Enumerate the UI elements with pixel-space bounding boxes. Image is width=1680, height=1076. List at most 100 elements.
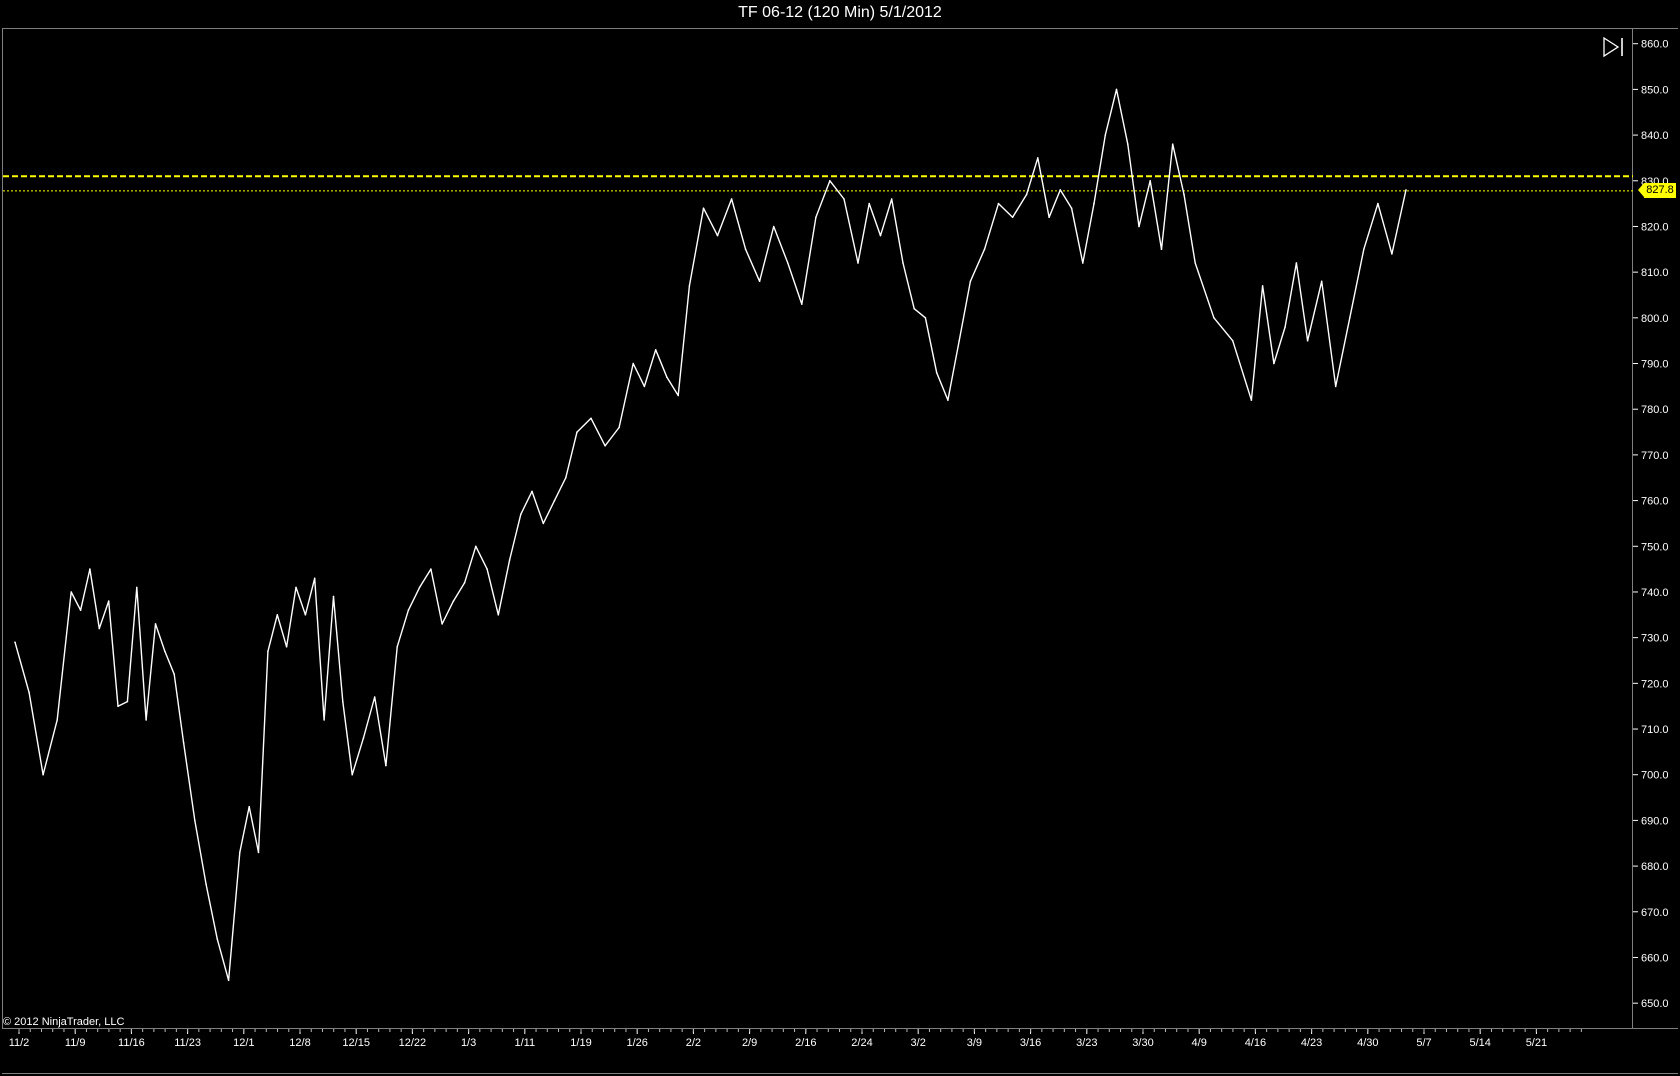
y-tick-label: 850.0 <box>1641 84 1669 96</box>
price-point <box>248 805 250 808</box>
price-point <box>508 559 511 561</box>
price-point <box>70 591 72 593</box>
y-tick-label: 690.0 <box>1641 815 1669 827</box>
price-point <box>1231 339 1234 342</box>
price-point <box>801 303 803 305</box>
price-point <box>1320 280 1323 283</box>
price-point <box>56 719 58 721</box>
price-point <box>407 609 410 611</box>
price-point <box>1149 180 1151 182</box>
y-tick-label: 710.0 <box>1641 724 1669 736</box>
price-point <box>1363 248 1365 251</box>
x-tick-label: 2/9 <box>742 1037 757 1049</box>
x-tick-label: 4/23 <box>1301 1037 1322 1049</box>
price-point <box>958 339 960 342</box>
price-point <box>126 700 129 703</box>
price-point <box>1273 362 1275 365</box>
x-tick-label: 1/11 <box>515 1037 536 1049</box>
price-point <box>107 600 110 602</box>
price-point <box>744 248 747 251</box>
price-point <box>227 979 230 982</box>
price-point <box>418 586 421 589</box>
y-tick-label: 680.0 <box>1641 861 1669 873</box>
price-point <box>362 737 365 739</box>
price-point <box>1104 134 1107 136</box>
x-tick-label: 11/9 <box>65 1037 86 1049</box>
price-point <box>205 883 207 886</box>
price-point <box>182 741 185 744</box>
x-tick-label: 5/7 <box>1416 1037 1431 1049</box>
price-point <box>145 719 147 721</box>
price-point <box>1059 189 1062 191</box>
y-tick-label: 740.0 <box>1641 587 1669 599</box>
price-point <box>239 851 241 854</box>
price-point <box>1048 216 1050 219</box>
price-point <box>1171 143 1174 145</box>
x-tick-label: 3/30 <box>1132 1037 1153 1049</box>
price-point <box>373 696 376 698</box>
price-point <box>1160 248 1163 251</box>
price-point <box>1284 326 1286 328</box>
price-point <box>1194 262 1196 264</box>
current-price-label: 827.8 <box>1646 184 1674 197</box>
price-point <box>351 773 354 776</box>
price-point <box>542 522 545 525</box>
price-point <box>604 445 606 447</box>
y-tick-label: 800.0 <box>1641 313 1669 325</box>
y-tick-label: 660.0 <box>1641 952 1669 964</box>
x-tick-label: 4/30 <box>1357 1037 1378 1049</box>
price-point <box>385 764 387 767</box>
y-tick-label: 730.0 <box>1641 633 1669 645</box>
price-point <box>486 568 488 570</box>
x-tick-label: 5/14 <box>1469 1037 1490 1049</box>
price-point <box>441 623 443 625</box>
y-tick-label: 750.0 <box>1641 541 1669 553</box>
price-point <box>677 394 679 397</box>
y-tick-label: 700.0 <box>1641 770 1669 782</box>
price-point <box>154 623 157 625</box>
price-point <box>1082 262 1084 264</box>
price-point <box>702 207 705 209</box>
price-point <box>164 650 166 653</box>
price-point <box>924 317 927 319</box>
x-tick-label: 5/21 <box>1526 1037 1547 1049</box>
x-tick-label: 2/2 <box>686 1037 701 1049</box>
price-point <box>857 262 859 264</box>
price-point <box>935 371 938 374</box>
scroll-to-end-button[interactable] <box>1602 36 1626 58</box>
y-tick-label: 790.0 <box>1641 359 1669 371</box>
y-tick-label: 770.0 <box>1641 450 1669 462</box>
x-tick-label: 12/8 <box>289 1037 310 1049</box>
price-point <box>1183 193 1185 196</box>
price-point <box>136 586 138 589</box>
price-point <box>666 376 668 379</box>
price-point <box>1349 317 1351 319</box>
x-tick-label: 3/16 <box>1020 1037 1041 1049</box>
price-point <box>42 773 44 776</box>
price-point <box>843 198 845 200</box>
y-tick-label: 840.0 <box>1641 130 1669 142</box>
price-point <box>590 417 592 420</box>
price-point <box>1405 189 1407 191</box>
price-point <box>520 513 522 516</box>
copyright-text: © 2012 NinjaTrader, LLC <box>3 1016 125 1028</box>
price-point <box>730 198 733 200</box>
price-chart: 860.0850.0840.0830.0820.0810.0800.0790.0… <box>3 39 1669 1049</box>
x-tick-label: 3/9 <box>967 1037 982 1049</box>
price-point <box>868 202 870 205</box>
x-tick-label: 2/16 <box>795 1037 816 1049</box>
price-point <box>332 595 335 598</box>
price-point <box>1138 225 1140 228</box>
price-point <box>475 545 477 548</box>
price-point <box>323 719 325 721</box>
price-point <box>772 225 775 228</box>
y-tick-label: 760.0 <box>1641 496 1669 508</box>
price-point <box>313 577 316 580</box>
price-point <box>14 641 16 643</box>
price-point <box>497 614 500 616</box>
x-tick-label: 11/16 <box>118 1037 145 1049</box>
x-tick-label: 3/23 <box>1076 1037 1097 1049</box>
price-point <box>1213 317 1215 319</box>
price-point <box>553 499 556 502</box>
price-point <box>1127 143 1129 145</box>
